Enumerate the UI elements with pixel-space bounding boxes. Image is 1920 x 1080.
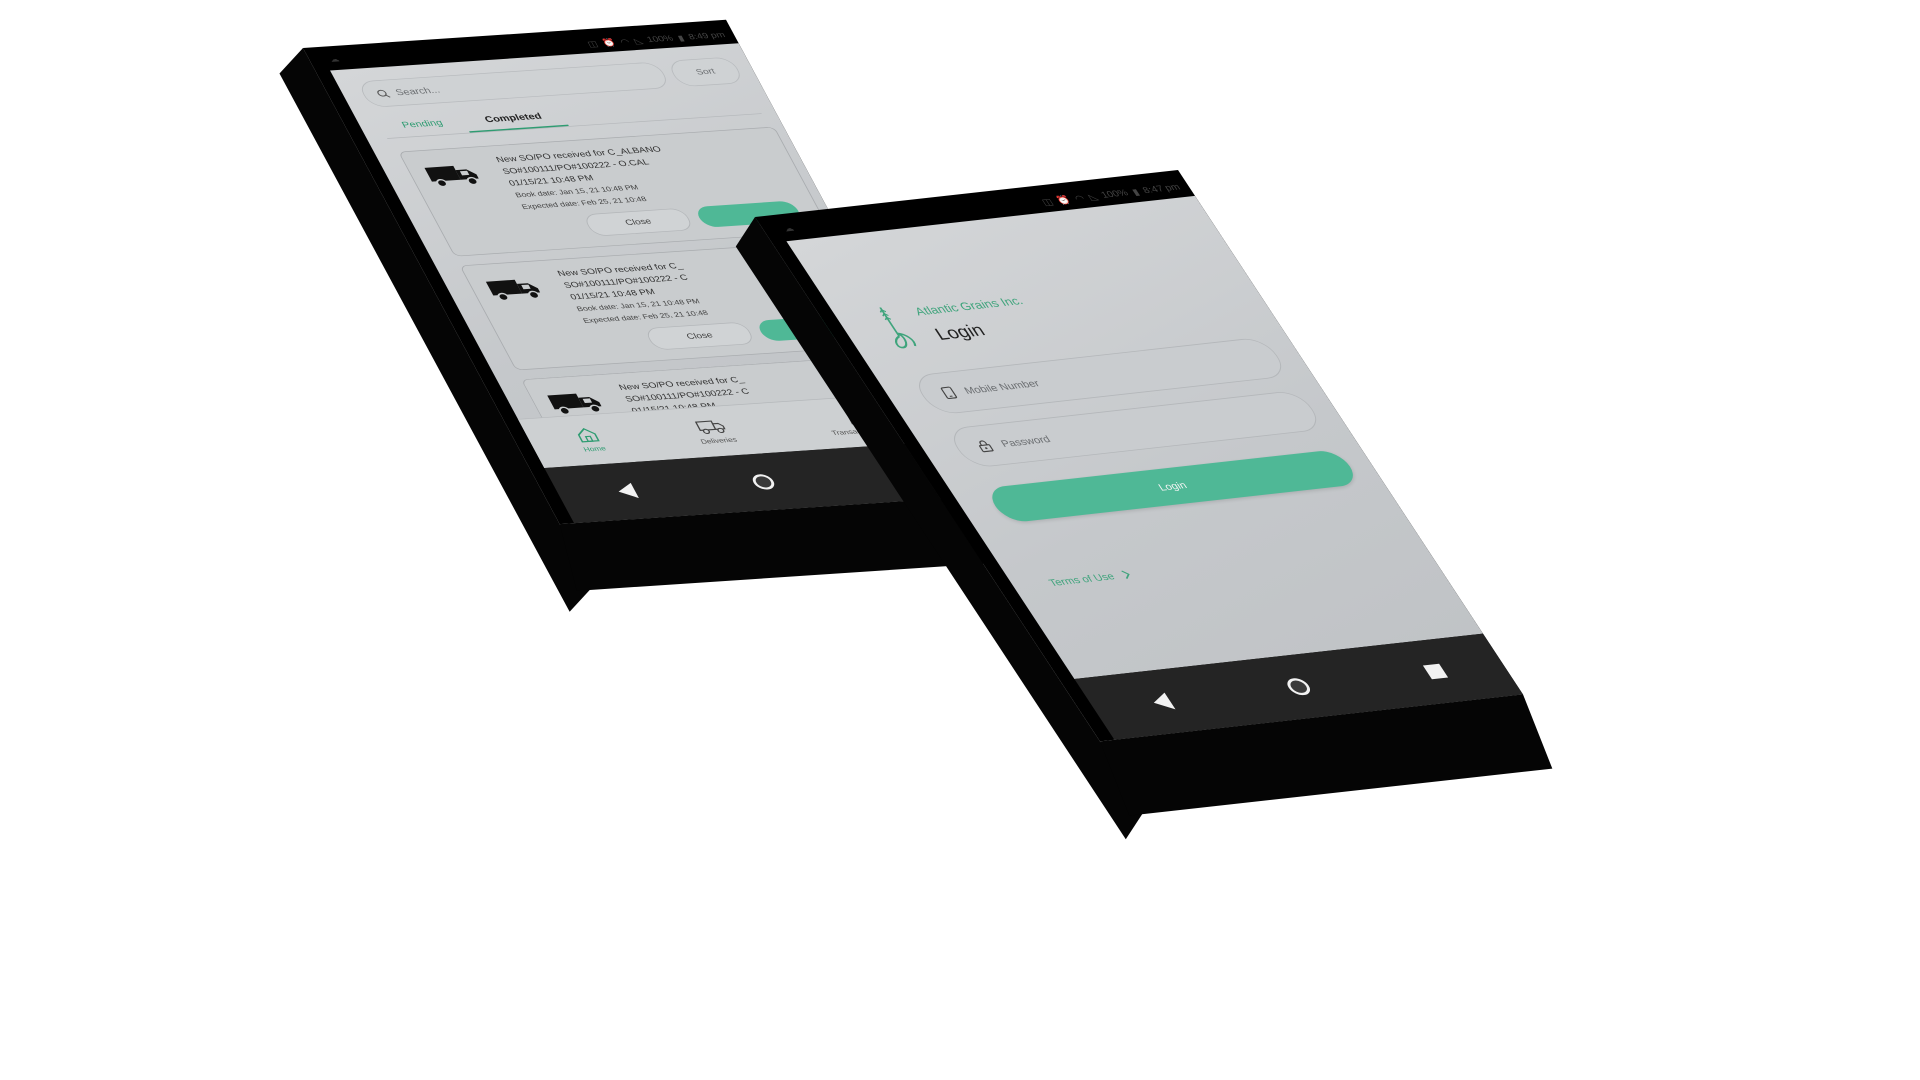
status-time: 8:49 pm bbox=[686, 30, 728, 42]
truck-icon bbox=[694, 420, 726, 435]
cloud-icon: ☁ bbox=[328, 55, 342, 64]
nav-home[interactable]: Home bbox=[572, 427, 607, 453]
wifi-icon: ◠ bbox=[618, 37, 632, 47]
truck-icon bbox=[547, 393, 602, 415]
terms-of-use-link[interactable]: Terms of Use bbox=[1046, 569, 1133, 589]
back-icon[interactable] bbox=[1148, 692, 1176, 712]
phone-mockup-scene: ☁ ◫ ⏰ ◠ ◺ 100% ▮ 8:49 pm Search... Sort … bbox=[0, 0, 1920, 1080]
wifi-icon: ◠ bbox=[1072, 193, 1087, 204]
battery-percent: 100% bbox=[1099, 188, 1131, 201]
alarm-icon: ⏰ bbox=[600, 38, 618, 48]
brand-name: Atlantic Grains Inc. bbox=[911, 293, 1026, 318]
vibrate-icon: ◫ bbox=[1039, 196, 1056, 208]
search-icon bbox=[377, 89, 391, 98]
battery-icon: ▮ bbox=[676, 33, 687, 43]
terms-label: Terms of Use bbox=[1046, 570, 1118, 589]
recent-apps-icon[interactable] bbox=[1422, 663, 1449, 680]
password-placeholder: Password bbox=[998, 433, 1053, 450]
home-icon bbox=[577, 428, 600, 443]
lock-icon bbox=[978, 440, 994, 453]
truck-icon bbox=[424, 165, 479, 188]
battery-percent: 100% bbox=[645, 34, 676, 45]
chevron-right-icon bbox=[1121, 570, 1130, 579]
home-circle-icon[interactable] bbox=[749, 473, 778, 491]
close-button[interactable]: Close bbox=[582, 207, 695, 237]
close-button[interactable]: Close bbox=[643, 321, 757, 351]
signal-icon: ◺ bbox=[1086, 191, 1100, 202]
signal-icon: ◺ bbox=[632, 36, 645, 46]
home-circle-icon[interactable] bbox=[1283, 677, 1315, 697]
truck-icon bbox=[485, 279, 541, 302]
nav-deliveries[interactable]: Deliveries bbox=[689, 418, 738, 445]
back-icon[interactable] bbox=[614, 482, 639, 500]
card-text: New SO/PO received for C_ALBANO SO#10011… bbox=[494, 136, 805, 213]
sort-button[interactable]: Sort bbox=[666, 56, 746, 88]
tab-completed[interactable]: Completed bbox=[457, 103, 569, 133]
nav-deliveries-label: Deliveries bbox=[699, 435, 739, 446]
search-placeholder: Search... bbox=[393, 84, 442, 98]
nav-home-label: Home bbox=[582, 444, 608, 454]
alarm-icon: ⏰ bbox=[1054, 194, 1073, 206]
phone-icon bbox=[940, 386, 958, 400]
vibrate-icon: ◫ bbox=[585, 39, 600, 49]
mobile-placeholder: Mobile Number bbox=[961, 377, 1042, 397]
battery-icon: ▮ bbox=[1130, 187, 1142, 198]
cloud-icon: ☁ bbox=[781, 224, 797, 234]
status-time: 8:47 pm bbox=[1140, 182, 1183, 196]
tab-pending[interactable]: Pending bbox=[375, 111, 470, 139]
